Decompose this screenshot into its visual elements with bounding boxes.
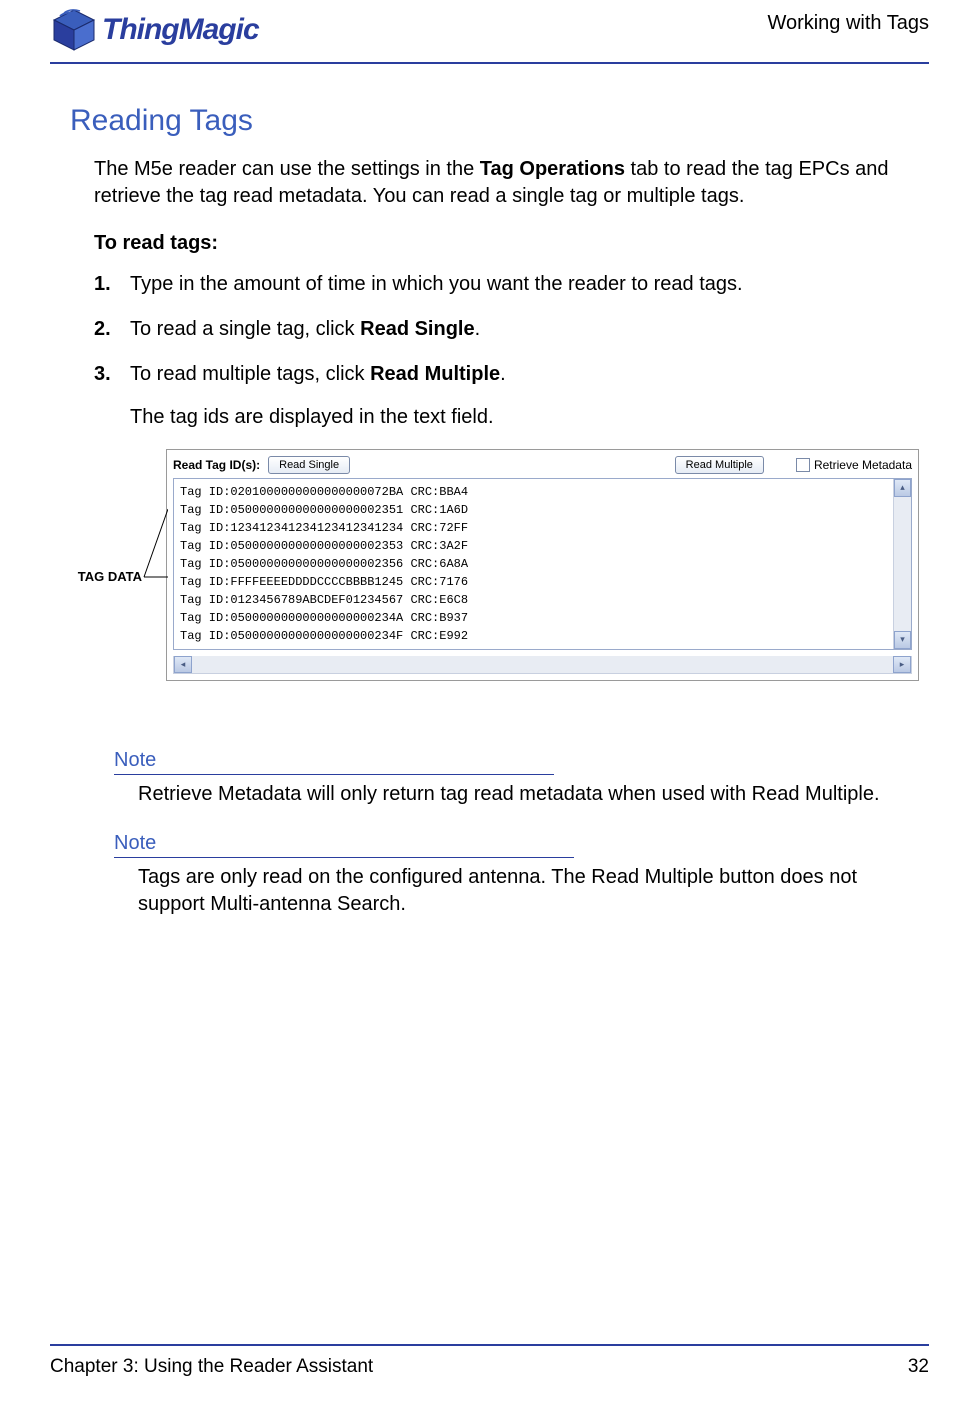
step-text-post: . (500, 363, 506, 385)
note-heading: Note (114, 749, 554, 775)
step-text-pre: To read multiple tags, click (130, 363, 370, 385)
figure-field-label: Read Tag ID(s): (173, 458, 260, 472)
note-heading: Note (114, 832, 574, 858)
procedure-list: 1. Type in the amount of time in which y… (94, 271, 919, 388)
footer-chapter: Chapter 3: Using the Reader Assistant (50, 1356, 373, 1378)
checkbox-label: Retrieve Metadata (814, 458, 912, 472)
tag-line: Tag ID:05000000000000000000234A CRC:B937 (180, 609, 887, 627)
tag-line: Tag ID:050000000000000000002356 CRC:6A8A (180, 555, 887, 573)
tag-line: Tag ID:0201000000000000000072BA CRC:BBA4 (180, 483, 887, 501)
annotation-leader-line (142, 449, 166, 689)
intro-paragraph: The M5e reader can use the settings in t… (94, 156, 919, 210)
tag-output-textarea[interactable]: Tag ID:0201000000000000000072BA CRC:BBA4… (173, 478, 912, 650)
step-text-bold: Read Multiple (370, 363, 500, 385)
tag-line: Tag ID:0123456789ABCDEF01234567 CRC:E6C8 (180, 591, 887, 609)
read-single-button[interactable]: Read Single (268, 456, 350, 474)
screenshot-figure: Read Tag ID(s): Read Single Read Multipl… (166, 449, 919, 681)
section-title: Working with Tags (767, 8, 929, 35)
vertical-scrollbar[interactable]: ▴ ▾ (893, 479, 911, 649)
footer-page-number: 32 (908, 1356, 929, 1378)
read-multiple-button[interactable]: Read Multiple (675, 456, 764, 474)
step-text-pre: To read a single tag, click (130, 318, 360, 340)
figure-annotation: TAG DATA (70, 449, 142, 584)
step-text-post: . (475, 318, 481, 340)
page-title: Reading Tags (70, 104, 919, 138)
logo-text: ThingMagic (102, 13, 259, 47)
step-subtext: The tag ids are displayed in the text fi… (130, 406, 919, 429)
scroll-up-icon[interactable]: ▴ (894, 479, 911, 497)
step-number: 1. (94, 271, 130, 298)
checkbox-icon (796, 458, 810, 472)
step-text-bold: Read Single (360, 318, 474, 340)
note-body: Tags are only read on the configured ant… (138, 864, 919, 918)
page-footer: Chapter 3: Using the Reader Assistant 32 (50, 1344, 929, 1378)
procedure-heading: To read tags: (94, 232, 919, 255)
scroll-right-icon[interactable]: ▸ (893, 656, 911, 673)
list-item: 1. Type in the amount of time in which y… (94, 271, 919, 298)
logo-cube-icon (50, 8, 98, 52)
tag-line: Tag ID:123412341234123412341234 CRC:72FF (180, 519, 887, 537)
note-body: Retrieve Metadata will only return tag r… (138, 781, 919, 808)
scroll-down-icon[interactable]: ▾ (894, 631, 911, 649)
list-item: 3. To read multiple tags, click Read Mul… (94, 361, 919, 388)
tag-line: Tag ID:050000000000000000002351 CRC:1A6D (180, 501, 887, 519)
page-header: ThingMagic Working with Tags (50, 0, 929, 64)
tag-line: Tag ID:FFFFEEEEDDDDCCCCBBBB1245 CRC:7176 (180, 573, 887, 591)
list-item: 2. To read a single tag, click Read Sing… (94, 316, 919, 343)
tag-line: Tag ID:05000000000000000000234F CRC:E992 (180, 627, 887, 645)
intro-text-pre: The M5e reader can use the settings in t… (94, 158, 480, 180)
step-number: 3. (94, 361, 130, 388)
intro-text-bold: Tag Operations (480, 158, 625, 180)
scroll-left-icon[interactable]: ◂ (174, 656, 192, 673)
logo: ThingMagic (50, 8, 259, 52)
horizontal-scrollbar[interactable]: ◂ ▸ (173, 656, 912, 674)
step-text: Type in the amount of time in which you … (130, 273, 743, 295)
retrieve-metadata-checkbox[interactable]: Retrieve Metadata (796, 458, 912, 472)
tag-line: Tag ID:050000000000000000002353 CRC:3A2F (180, 537, 887, 555)
step-number: 2. (94, 316, 130, 343)
